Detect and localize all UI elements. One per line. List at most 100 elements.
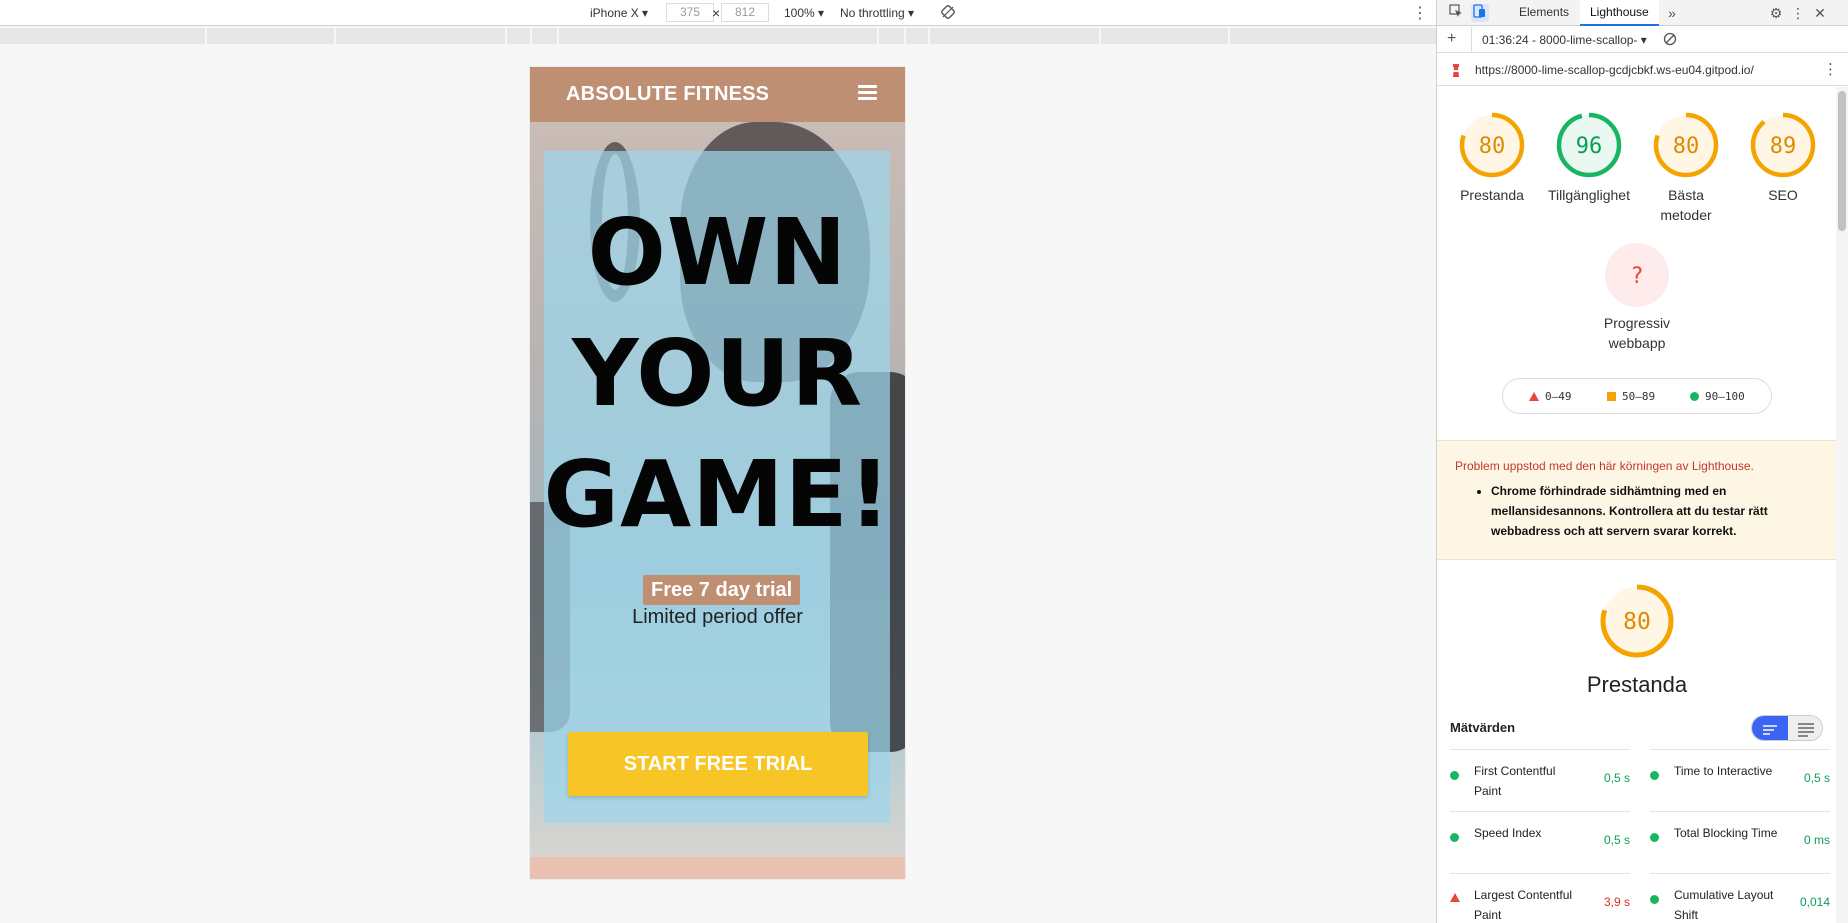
gauge-basta-metoder-score: 80 [1673,134,1700,159]
gauge-tillganglighet-score: 96 [1576,134,1603,159]
metric-row: Largest Contentful Paint 3,9 s [1450,873,1630,923]
gauge-seo-score: 89 [1770,134,1797,159]
headline-line-2: YOUR [571,320,864,427]
hero-section: OWN YOUR GAME! Free 7 day trial Limited … [530,122,905,857]
gauge-seo-label: SEO [1768,187,1798,203]
pass-circle-icon [1450,833,1459,842]
close-devtools-icon[interactable]: ✕ [1811,4,1829,22]
performance-score-ring: 80 [1600,584,1674,658]
gauge-pwa[interactable]: ? Progressiv webbapp [1592,243,1682,353]
legend-average-label: 50–89 [1622,390,1656,403]
devtools-tabbar: Elements Lighthouse » ⚙ ⋮ ✕ [1437,0,1848,26]
gauge-tillganglighet-ring: 96 [1556,112,1622,178]
settings-gear-icon[interactable]: ⚙ [1767,4,1785,22]
toggle-expanded-view[interactable] [1788,716,1822,740]
width-input[interactable]: 375 [666,3,714,22]
trial-badge: Free 7 day trial [643,575,801,605]
metric-name: Speed Index [1474,826,1542,840]
score-legend: 0–49 50–89 90–100 [1502,378,1772,414]
compact-view-icon [1763,725,1777,735]
legend-pass: 90–100 [1690,390,1745,403]
start-free-trial-button[interactable]: START FREE TRIAL [568,732,868,796]
legend-average: 50–89 [1607,390,1655,403]
lighthouse-toolbar: + 01:36:24 - 8000-lime-scallop- ▾ [1437,27,1848,53]
expanded-view-icon [1798,723,1814,737]
metric-row: First Contentful Paint 0,5 s [1450,749,1630,811]
scrollbar-thumb[interactable] [1838,91,1846,231]
legend-triangle-icon [1529,392,1539,401]
pwa-badge-icon: ? [1605,243,1669,307]
gauge-prestanda-score: 80 [1479,134,1506,159]
phone-viewport: ABSOLUTE FITNESS OWN YOUR GAME! Free 7 d… [530,67,905,879]
device-select[interactable]: iPhone X ▾ [590,6,648,20]
metric-name: Total Blocking Time [1674,826,1778,840]
legend-fail-label: 0–49 [1545,390,1572,403]
toggle-list-view[interactable] [1752,716,1788,740]
report-url[interactable]: https://8000-lime-scallop-gcdjcbkf.ws-eu… [1475,63,1754,77]
metric-row: Time to Interactive 0,5 s [1650,749,1830,811]
report-url-bar: https://8000-lime-scallop-gcdjcbkf.ws-eu… [1437,54,1848,86]
pass-circle-icon [1450,771,1459,780]
metrics-view-toggle[interactable] [1751,715,1823,741]
dimension-times-icon: × [712,5,721,21]
tab-lighthouse[interactable]: Lighthouse [1580,0,1659,26]
gauge-tillganglighet[interactable]: 96 Tillgänglighet [1544,111,1634,205]
svg-text:?: ? [1630,264,1643,289]
device-toolbar: iPhone X ▾ 375 × 812 100% ▾ No throttlin… [0,0,1436,26]
zoom-value: 100% [784,6,815,20]
metric-name: First Contentful Paint [1474,764,1556,798]
gauge-prestanda[interactable]: 80 Prestanda [1447,111,1537,205]
metric-value: 0,5 s [1603,833,1630,847]
customize-menu-icon[interactable]: ⋮ [1789,4,1807,22]
lighthouse-report: 80 Prestanda 96 Tillgänglighet 80 Bästa metod… [1437,87,1837,923]
new-report-icon[interactable]: + [1447,30,1456,48]
metric-row: Speed Index 0,5 s [1450,811,1630,873]
metrics-title: Mätvärden [1450,720,1516,735]
device-toggle-icon[interactable] [1471,4,1489,22]
clear-reports-icon[interactable] [1663,32,1677,49]
gauge-basta-metoder[interactable]: 80 Bästa metoder [1641,111,1731,225]
pass-circle-icon [1650,895,1659,904]
gauge-tillganglighet-label: Tillgänglighet [1548,187,1630,203]
pass-circle-icon [1650,771,1659,780]
report-select[interactable]: 01:36:24 - 8000-lime-scallop- ▾ [1482,33,1647,47]
site-brand[interactable]: ABSOLUTE FITNESS [566,83,769,106]
metric-value: 3,9 s [1603,895,1630,909]
gauge-seo-ring: 89 [1750,112,1816,178]
inspect-element-icon[interactable] [1447,4,1465,22]
metric-name: Time to Interactive [1674,764,1773,778]
tab-elements[interactable]: Elements [1509,0,1579,26]
gauge-pwa-label: Progressiv webbapp [1603,315,1671,351]
throttling-select[interactable]: No throttling ▾ [840,6,914,20]
gauge-basta-metoder-ring: 80 [1653,112,1719,178]
rotate-icon[interactable] [940,4,956,23]
legend-pass-label: 90–100 [1705,390,1745,403]
more-options-icon[interactable]: ⋮ [1412,3,1428,23]
metric-row: Total Blocking Time 0 ms [1650,811,1830,873]
media-query-ruler [0,28,1436,44]
headline-line-3: GAME! [543,441,892,548]
report-select-value: 01:36:24 - 8000-lime-scallop- [1482,33,1638,47]
report-scrollbar[interactable] [1836,87,1848,923]
performance-gauge: 80 [1592,583,1682,659]
metric-value: 0 ms [1803,833,1830,847]
metric-value: 0,014 [1799,895,1830,909]
fail-triangle-icon [1450,893,1460,902]
report-menu-icon[interactable]: ⋮ [1823,60,1838,78]
device-viewport-area: iPhone X ▾ 375 × 812 100% ▾ No throttlin… [0,0,1436,923]
warning-title: Problem uppstod med den här körningen av… [1455,459,1754,473]
more-tabs-icon[interactable]: » [1663,4,1681,22]
devtools-panel: Elements Lighthouse » ⚙ ⋮ ✕ + 01:36:24 -… [1436,0,1848,923]
legend-circle-icon [1690,392,1699,401]
hamburger-menu-icon[interactable] [858,85,877,101]
metric-name: Cumulative Layout Shift [1674,888,1774,922]
svg-text:80: 80 [1623,609,1651,635]
height-input[interactable]: 812 [721,3,769,22]
lighthouse-logo-icon [1449,62,1463,81]
gauge-prestanda-label: Prestanda [1460,187,1524,203]
device-name: iPhone X [590,6,639,20]
gauge-seo[interactable]: 89 SEO [1738,111,1828,205]
site-header: ABSOLUTE FITNESS [530,67,905,122]
zoom-select[interactable]: 100% ▾ [784,6,824,20]
metric-row: Cumulative Layout Shift 0,014 [1650,873,1830,923]
